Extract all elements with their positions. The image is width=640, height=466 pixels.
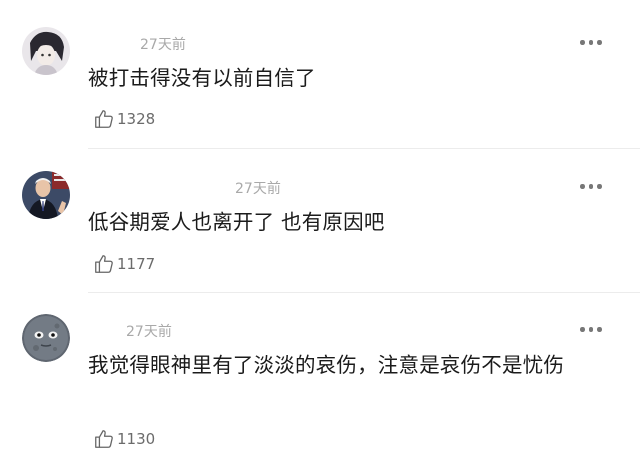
- more-options-icon[interactable]: [580, 184, 602, 189]
- like-button[interactable]: 1177: [93, 253, 155, 275]
- comment-text: 被打击得没有以前自信了: [88, 66, 316, 90]
- user-avatar[interactable]: [22, 27, 70, 75]
- comment-timestamp: 27天前: [235, 181, 281, 197]
- thumbs-up-icon: [95, 110, 113, 128]
- comment-divider: [88, 292, 640, 293]
- user-avatar[interactable]: [22, 314, 70, 362]
- like-button[interactable]: 1328: [93, 108, 155, 130]
- comment-text: 我觉得眼神里有了淡淡的哀伤，注意是哀伤不是忧伤: [88, 353, 565, 377]
- comment-timestamp: 27天前: [140, 37, 186, 53]
- comment-divider: [88, 148, 640, 149]
- comment-text: 低谷期爱人也离开了 也有原因吧: [88, 210, 385, 234]
- like-count: 1130: [117, 430, 156, 448]
- user-avatar[interactable]: [22, 171, 70, 219]
- comment-timestamp: 27天前: [126, 324, 172, 340]
- more-options-icon[interactable]: [580, 327, 602, 332]
- thumbs-up-icon: [95, 430, 113, 448]
- more-options-icon[interactable]: [580, 40, 602, 45]
- like-button[interactable]: 1130: [93, 428, 155, 450]
- like-count: 1328: [117, 110, 156, 128]
- like-count: 1177: [117, 255, 156, 273]
- thumbs-up-icon: [95, 255, 113, 273]
